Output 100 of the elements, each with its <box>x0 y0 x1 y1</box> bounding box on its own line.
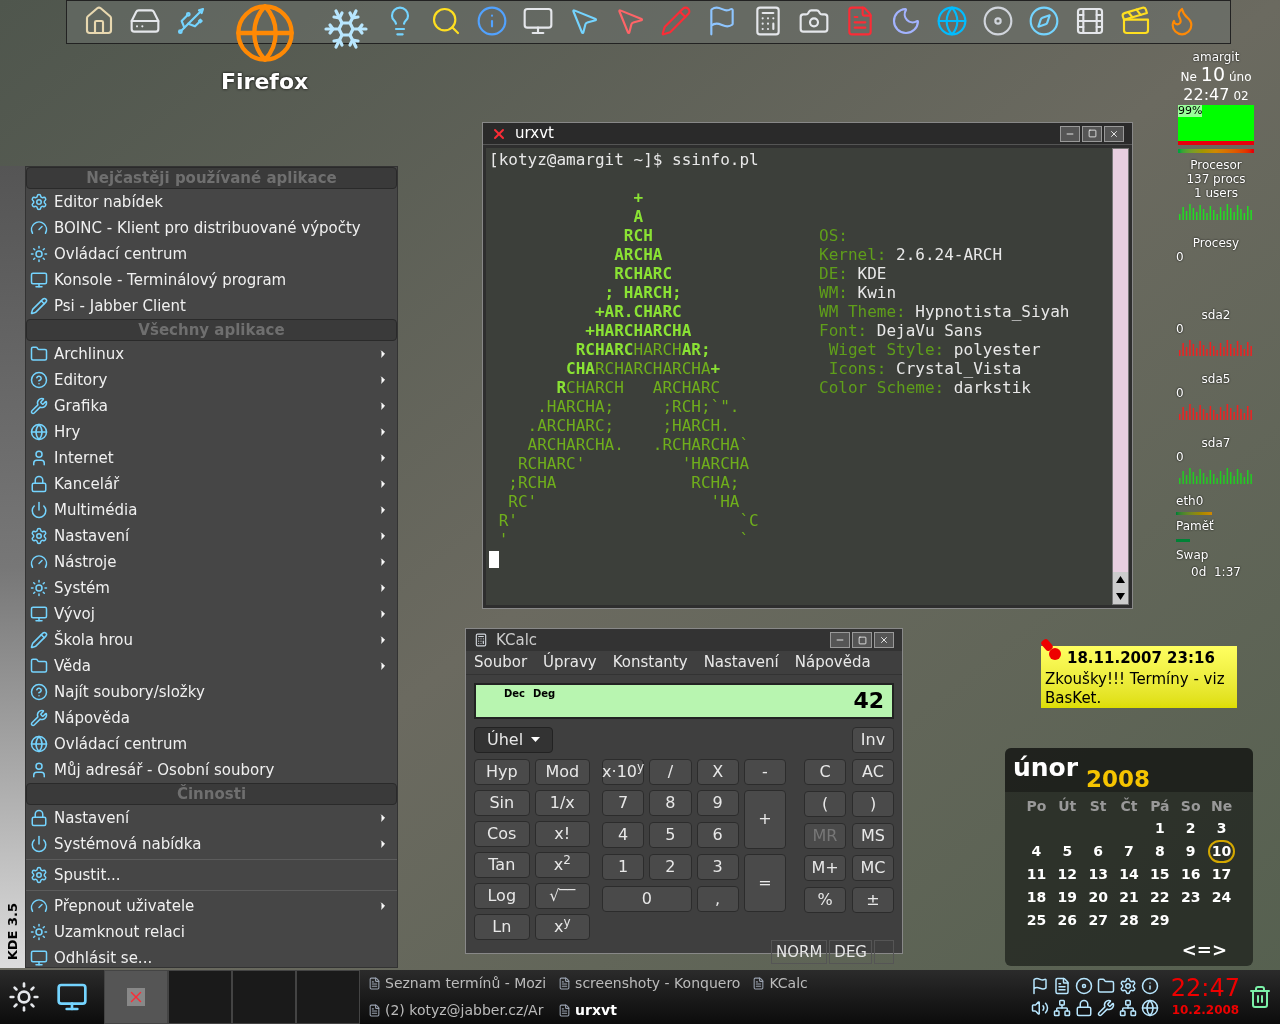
angle-dropdown[interactable]: Úhel <box>474 726 554 753</box>
compass-icon[interactable] <box>1028 5 1061 37</box>
keypad-key[interactable]: 2 <box>649 853 692 880</box>
show-desktop-icon[interactable] <box>56 981 88 1013</box>
menu-item[interactable]: Ovládací centrum <box>26 241 397 267</box>
menu-item[interactable]: Psi - Jabber Client <box>26 293 397 319</box>
memory-key[interactable]: MC <box>852 854 894 881</box>
keypad-key[interactable]: 9 <box>696 789 739 816</box>
keypad-key[interactable]: / <box>649 758 692 785</box>
function-key[interactable]: Log <box>474 882 530 909</box>
calendar-day[interactable]: 4 <box>1027 840 1046 863</box>
menu-item[interactable]: Věda <box>26 653 397 679</box>
memory-key[interactable]: C <box>804 758 846 785</box>
function-key[interactable]: √‾‾ <box>534 882 590 909</box>
keypad-key[interactable]: 6 <box>696 821 739 848</box>
calendar-day[interactable]: 21 <box>1115 886 1143 909</box>
function-key[interactable]: x$^{2}$ <box>534 851 590 878</box>
inv-button[interactable]: Inv <box>852 726 894 753</box>
calendar-day[interactable]: 3 <box>1212 817 1231 840</box>
minimize-button[interactable] <box>1060 125 1080 142</box>
keypad-key[interactable]: , <box>696 885 739 912</box>
menu-bar-item[interactable]: Nastavení <box>703 651 779 674</box>
menu-item[interactable]: Můj adresář - Osobní soubory <box>26 757 397 783</box>
trash-icon[interactable] <box>1248 985 1272 1009</box>
menu-item[interactable]: Škola hrou <box>26 627 397 653</box>
menu-bar-item[interactable]: Soubor <box>474 651 528 674</box>
task-button[interactable]: Seznam termínů - Mozi <box>368 973 547 994</box>
calendar-day[interactable]: 9 <box>1181 840 1200 863</box>
calendar-day[interactable]: 15 <box>1146 863 1174 886</box>
calendar-day[interactable]: 20 <box>1084 886 1112 909</box>
keypad-key[interactable]: x·10$^{y}$ <box>602 758 645 785</box>
calendar-day[interactable]: 14 <box>1115 863 1143 886</box>
function-key[interactable]: Mod <box>534 758 590 785</box>
menu-item[interactable]: Archlinux <box>26 341 397 367</box>
menu-item[interactable]: Grafika <box>26 393 397 419</box>
calendar-day[interactable]: 23 <box>1176 886 1205 909</box>
function-key[interactable]: Ln <box>474 913 530 940</box>
calendar-day[interactable]: 17 <box>1207 863 1236 886</box>
menu-item[interactable]: BOINC - Klient pro distribuované výpočty <box>26 215 397 241</box>
keypad-key[interactable]: X <box>696 758 739 785</box>
memory-key[interactable]: AC <box>852 758 894 785</box>
keypad-key[interactable]: 3 <box>696 853 739 880</box>
tray-icon[interactable] <box>1074 977 1093 995</box>
menu-item[interactable]: Nástroje <box>26 549 397 575</box>
tray-icon[interactable] <box>1096 999 1115 1017</box>
memory-key[interactable]: ± <box>852 886 894 913</box>
keypad-key[interactable]: 4 <box>602 821 645 848</box>
task-button[interactable]: screenshoty - Konquero <box>558 973 741 994</box>
tray-icon[interactable] <box>1030 977 1049 995</box>
calendar-day[interactable]: 5 <box>1058 840 1077 863</box>
usb-stick-icon[interactable] <box>175 5 207 37</box>
menu-item[interactable]: Spustit... <box>26 862 397 888</box>
keypad-key[interactable]: = <box>743 853 786 912</box>
calendar-day[interactable]: 12 <box>1053 863 1081 886</box>
calendar-day[interactable]: 25 <box>1022 909 1051 932</box>
memory-key[interactable]: ( <box>804 790 846 817</box>
menu-item[interactable]: Najít soubory/složky <box>26 679 397 705</box>
keypad-key[interactable]: 0 <box>602 885 692 912</box>
calendar-day[interactable]: 6 <box>1089 840 1107 863</box>
menu-item[interactable]: Multimédia <box>26 497 397 523</box>
memory-key[interactable]: M+ <box>804 854 846 881</box>
house-icon[interactable] <box>83 5 115 37</box>
tray-icon[interactable] <box>1140 999 1159 1017</box>
tray-icon[interactable] <box>1118 977 1137 995</box>
tray-icon[interactable] <box>1052 977 1071 995</box>
tray-icon[interactable] <box>1074 999 1093 1017</box>
calendar-day[interactable]: 11 <box>1022 863 1051 886</box>
function-key[interactable]: x! <box>534 820 590 847</box>
monitor-icon[interactable] <box>522 5 555 37</box>
task-button[interactable]: KCalc <box>752 973 808 994</box>
menu-item[interactable]: Odhlásit se... <box>26 945 397 971</box>
calendar-day[interactable]: 10 <box>1207 840 1236 863</box>
menu-item[interactable]: Systémová nabídka <box>26 831 397 857</box>
close-button[interactable] <box>1104 125 1124 142</box>
menu-bar-item[interactable]: Nápověda <box>794 651 871 674</box>
function-key[interactable]: Tan <box>474 851 530 878</box>
tray-icon[interactable] <box>1096 977 1115 995</box>
tray-icon[interactable] <box>1140 977 1159 995</box>
keypad-key[interactable]: - <box>743 758 786 785</box>
tray-icon[interactable] <box>1118 999 1137 1017</box>
menu-item[interactable]: Systém <box>26 575 397 601</box>
keypad-key[interactable]: 7 <box>602 789 645 816</box>
menu-item[interactable]: Nastavení <box>26 523 397 549</box>
disc-icon[interactable] <box>982 5 1015 37</box>
menu-item[interactable]: Kancelář <box>26 471 397 497</box>
keypad-key[interactable]: 8 <box>649 789 692 816</box>
task-button[interactable]: urxvt <box>558 1000 741 1021</box>
maximize-button[interactable] <box>852 632 872 648</box>
calendar-day[interactable]: 24 <box>1207 886 1236 909</box>
function-key[interactable]: Sin <box>474 789 530 816</box>
memory-key[interactable]: MS <box>852 822 894 849</box>
close-button[interactable] <box>874 632 894 648</box>
menu-item[interactable]: Hry <box>26 419 397 445</box>
calendar-day[interactable]: 29 <box>1146 909 1174 932</box>
calendar-day[interactable]: 27 <box>1084 909 1112 932</box>
calendar-day[interactable]: 22 <box>1146 886 1174 909</box>
tray-icon[interactable] <box>1030 999 1049 1017</box>
scrollbar[interactable] <box>1112 148 1129 605</box>
calendar-day[interactable]: 13 <box>1084 863 1112 886</box>
calendar-nav[interactable]: <=> <box>1181 936 1227 963</box>
